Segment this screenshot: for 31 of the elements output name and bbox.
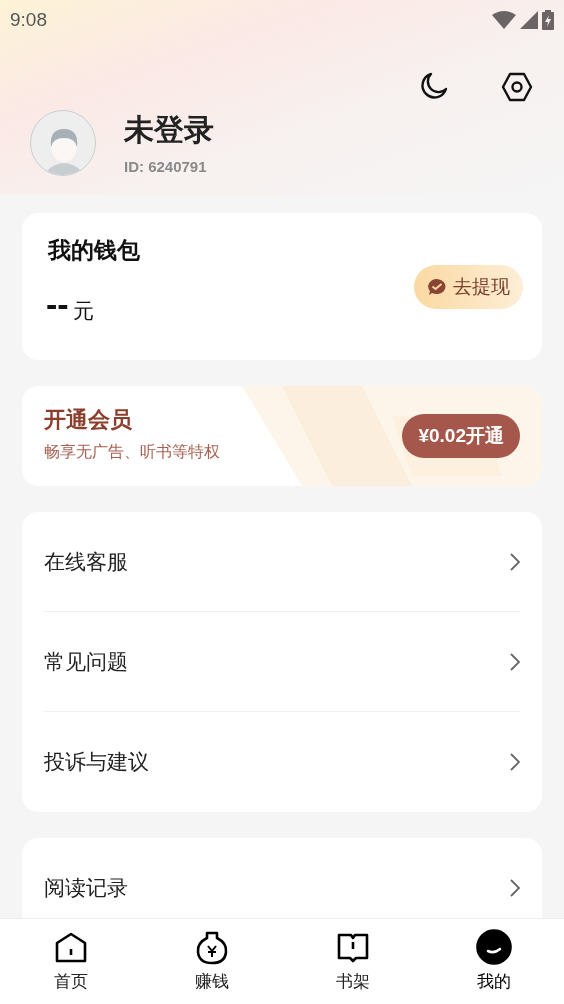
chevron-right-icon: [510, 753, 520, 771]
wallet-amount: --: [46, 287, 69, 321]
nav-tab[interactable]: 首页: [0, 919, 141, 1004]
signal-icon: [520, 11, 538, 29]
menu-item[interactable]: 常见问题: [44, 645, 128, 678]
vip-subtitle: 畅享无广告、听书等特权: [44, 441, 220, 462]
chat-check-icon: [427, 278, 447, 296]
chevron-right-icon: [510, 879, 520, 897]
battery-icon: [542, 10, 554, 30]
user-name: 未登录: [124, 114, 214, 145]
user-id: ID: 6240791: [124, 158, 208, 174]
withdraw-button[interactable]: 去提现: [414, 265, 523, 309]
status-time: 9:08: [10, 7, 47, 32]
wallet-title: 我的钱包: [48, 236, 140, 265]
nav-tab[interactable]: 书架: [282, 919, 423, 1004]
chevron-right-icon: [510, 552, 520, 571]
nav-tab[interactable]: 赚钱: [141, 919, 282, 1004]
open-vip-button[interactable]: ¥0.02开通: [402, 414, 520, 458]
menu-item[interactable]: 阅读记录: [44, 872, 128, 904]
earn-tab-icon: [194, 930, 229, 965]
chevron-right-icon: [510, 652, 520, 671]
wifi-icon: [492, 11, 516, 29]
menu-item[interactable]: 投诉与建议: [44, 746, 149, 778]
night-mode-icon[interactable]: [418, 70, 450, 102]
me-tab-icon: [475, 928, 512, 965]
menu-item[interactable]: 在线客服: [44, 545, 128, 578]
vip-title: 开通会员: [44, 406, 133, 434]
home-tab-icon: [53, 930, 88, 965]
currency-unit: 元: [72, 300, 94, 321]
settings-icon[interactable]: [500, 70, 534, 104]
nav-tab[interactable]: 我的: [423, 919, 564, 1004]
